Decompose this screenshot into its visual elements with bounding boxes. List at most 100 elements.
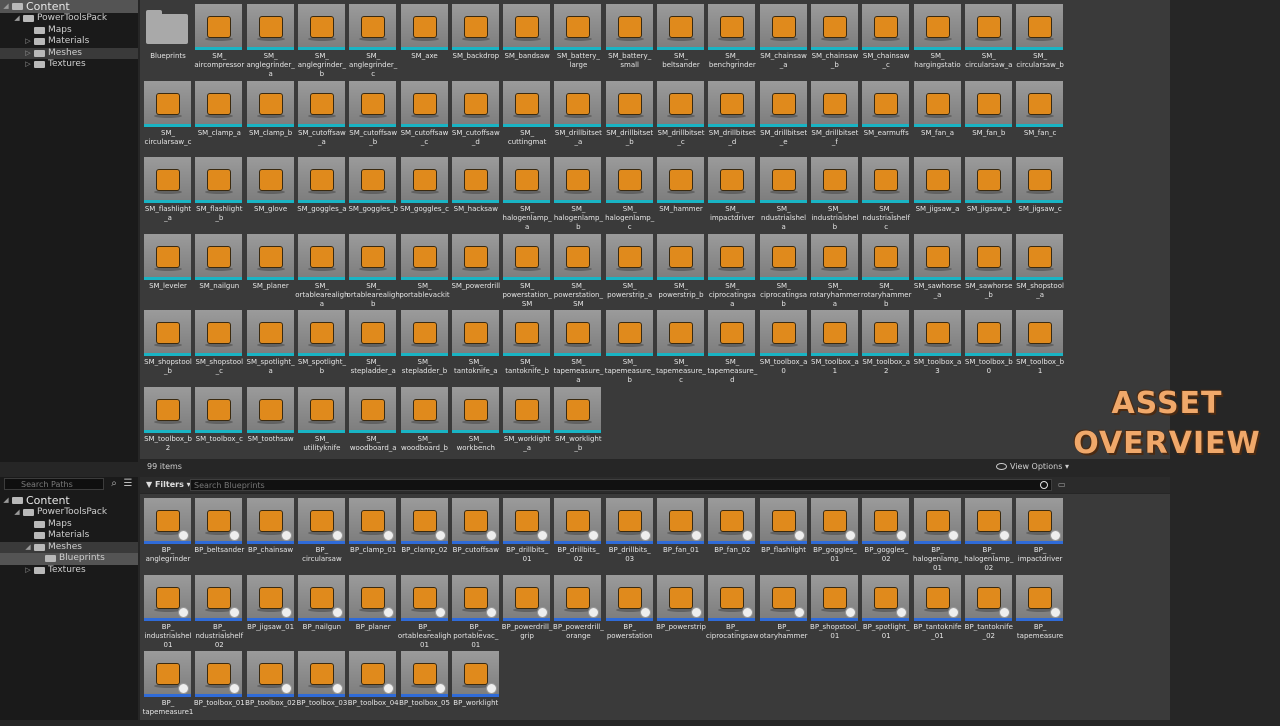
mesh-asset-tile[interactable]: SM_leveler — [144, 230, 195, 305]
blueprint-asset-tile[interactable]: BP_fan_02 — [708, 494, 759, 569]
blueprint-asset-tile[interactable]: BP_nailgun — [297, 571, 349, 646]
expand-arrow-icon[interactable]: ▷ — [24, 59, 32, 71]
mesh-asset-tile[interactable]: SM_ woodboard_a — [349, 383, 400, 458]
mesh-asset-tile[interactable]: SM_ cuttingmat — [503, 77, 554, 152]
tree-item-content[interactable]: ◢ Content — [0, 0, 138, 13]
blueprint-asset-tile[interactable]: BP_ halogenlamp_ 02 — [964, 494, 1016, 572]
blueprint-asset-tile[interactable]: BP_ anglegrinder — [144, 494, 195, 569]
mesh-asset-tile[interactable]: SM_ halogenlamp_ c — [605, 153, 657, 231]
mesh-asset-tile[interactable]: SM_ tantoknife_b — [503, 306, 554, 381]
mesh-asset-tile[interactable]: SM_ ndustrialshelf c — [862, 153, 913, 231]
expand-arrow-icon[interactable]: ◢ — [13, 507, 21, 519]
mesh-asset-tile[interactable]: SM_ anglegrinder_ b — [298, 0, 349, 78]
blueprint-asset-tile[interactable]: BP_drillbits_ 02 — [554, 494, 605, 569]
mesh-asset-tile[interactable]: SM_drillbitset _b — [605, 77, 657, 152]
mesh-asset-tile[interactable]: SM_toolbox_a 0 — [759, 306, 811, 381]
lock-icon[interactable]: ▭ — [1058, 480, 1066, 489]
mesh-asset-tile[interactable]: SM_ impactdriver — [708, 153, 759, 228]
mesh-asset-tile[interactable]: SM_hacksaw — [451, 153, 503, 228]
mesh-asset-tile[interactable]: SM_sawhorse _b — [964, 230, 1016, 305]
mesh-asset-tile[interactable]: SM_clamp_a — [195, 77, 246, 152]
mesh-asset-tile[interactable]: SM_toolbox_b 0 — [964, 306, 1016, 381]
blueprint-asset-tile[interactable]: BP_clamp_02 — [400, 494, 452, 569]
mesh-asset-tile[interactable]: SM_ powerstrip_b — [657, 230, 708, 305]
blueprint-asset-tile[interactable]: BP_ otaryhammer — [759, 571, 811, 646]
mesh-asset-tile[interactable]: SM_chainsaw _a — [759, 0, 811, 75]
mesh-asset-tile[interactable]: SM_drillbitset _c — [657, 77, 708, 152]
mesh-asset-tile[interactable]: SM_goggles_b — [348, 153, 400, 228]
mesh-asset-tile[interactable]: SM_toolbox_c — [195, 383, 246, 458]
mesh-asset-tile[interactable]: SM_ rotaryhammer a — [810, 230, 862, 308]
tree-item-blueprints[interactable]: Blueprints — [0, 553, 138, 565]
mesh-asset-tile[interactable]: SM_nailgun — [195, 230, 246, 305]
mesh-asset-tile[interactable]: SM_ tapemeasure_ d — [707, 306, 759, 384]
mesh-asset-tile[interactable]: SM_ anglegrinder_ a — [246, 0, 298, 78]
mesh-asset-tile[interactable]: SM_chainsaw _b — [810, 0, 862, 75]
mesh-asset-tile[interactable]: SM_drillbitset _a — [554, 77, 605, 152]
mesh-asset-tile[interactable]: SM_shopstool _b — [144, 306, 195, 381]
mesh-asset-tile[interactable]: SM_ anglegrinder_ c — [349, 0, 400, 78]
tree-item-maps[interactable]: Maps — [0, 519, 138, 531]
blueprint-asset-tile[interactable]: BP_jigsaw_01 — [246, 571, 298, 646]
mesh-asset-tile[interactable]: SM_ halogenlamp_ a — [503, 153, 554, 231]
mesh-asset-tile[interactable]: SM_flashlight _b — [195, 153, 246, 228]
mesh-asset-tile[interactable]: SM_ woodboard_b — [400, 383, 452, 458]
mesh-asset-tile[interactable]: SM_ benchgrinder — [708, 0, 759, 75]
search-paths-search-icon[interactable]: ⌕ — [108, 478, 120, 490]
search-paths-input[interactable]: Search Paths — [4, 478, 104, 490]
blueprint-asset-tile[interactable]: BP_ tapemeasure — [1016, 571, 1067, 646]
mesh-asset-tile[interactable]: SM_jigsaw_c — [1016, 153, 1067, 228]
mesh-asset-tile[interactable]: SM_ powerstation_ SM — [502, 230, 554, 308]
mesh-asset-tile[interactable]: SM_axe — [400, 0, 452, 75]
blueprint-asset-tile[interactable]: BP_worklight — [451, 647, 503, 722]
mesh-asset-tile[interactable]: SM_flashlight _a — [144, 153, 195, 228]
mesh-asset-tile[interactable]: SM_ workbench — [451, 383, 503, 458]
blueprint-asset-tile[interactable]: BP_goggles_ 01 — [810, 494, 862, 569]
mesh-asset-tile[interactable]: SM_jigsaw_a — [913, 153, 965, 228]
blueprint-asset-tile[interactable]: BP_ ndustrialshelf 02 — [195, 571, 246, 649]
mesh-asset-tile[interactable]: SM_ ciprocatingsa a — [708, 230, 759, 308]
blueprint-asset-tile[interactable]: BP_tantoknife _02 — [965, 571, 1016, 646]
mesh-asset-tile[interactable]: SM_ halogenlamp_ b — [554, 153, 605, 231]
expand-arrow-icon[interactable]: ◢ — [2, 0, 10, 13]
mesh-asset-tile[interactable]: SM_hammer — [657, 153, 708, 228]
mesh-asset-tile[interactable]: SM_drillbitset _f — [810, 77, 862, 152]
mesh-asset-tile[interactable]: SM_battery_ small — [605, 0, 657, 75]
tree-item-meshes[interactable]: ▷ Meshes — [0, 47, 138, 59]
expand-arrow-icon[interactable]: ◢ — [2, 494, 10, 507]
mesh-asset-tile[interactable]: SM_drillbitset _e — [759, 77, 811, 152]
mesh-asset-tile[interactable]: SM_shopstool _c — [195, 306, 246, 381]
mesh-asset-tile[interactable]: SM_toolbox_a 2 — [862, 306, 913, 381]
mesh-asset-tile[interactable]: SM_goggles_c — [400, 153, 452, 228]
expand-arrow-icon[interactable]: ▷ — [24, 565, 32, 577]
blueprint-asset-tile[interactable]: BP_planer — [349, 571, 400, 646]
blueprint-asset-tile[interactable]: BP_toolbox_04 — [348, 647, 400, 722]
mesh-asset-tile[interactable]: SM_toolbox_b 1 — [1016, 306, 1067, 381]
mesh-asset-tile[interactable]: SM_ tapemeasure_ b — [605, 306, 657, 384]
mesh-asset-tile[interactable]: SM_ tantoknife_a — [451, 306, 503, 381]
mesh-asset-tile[interactable]: SM_ tapemeasure_ a — [553, 306, 605, 384]
blueprint-asset-tile[interactable]: BP_cutoffsaw — [451, 494, 503, 569]
mesh-asset-tile[interactable]: SM_worklight _a — [503, 383, 554, 458]
mesh-asset-tile[interactable]: SM_ portablevackit — [399, 230, 452, 305]
mesh-asset-tile[interactable]: SM_ industrialshel b — [810, 153, 862, 231]
mesh-asset-tile[interactable]: SM_drillbitset _d — [708, 77, 759, 152]
mesh-asset-tile[interactable]: SM_goggles_a — [297, 153, 349, 228]
mesh-asset-tile[interactable]: SM_shopstool _a — [1016, 230, 1067, 305]
blueprint-asset-tile[interactable]: BP_toolbox_02 — [245, 647, 298, 722]
tree-item-content[interactable]: ◢ Content — [0, 494, 138, 507]
blueprint-asset-tile[interactable]: BP_ industrialshel 01 — [144, 571, 195, 649]
blueprint-asset-tile[interactable]: BP_powerdrill_ orange — [553, 571, 605, 646]
mesh-asset-tile[interactable]: SM_spotlight_ a — [247, 306, 298, 381]
blueprint-asset-tile[interactable]: BP_ halogenlamp_ 01 — [913, 494, 965, 572]
mesh-asset-tile[interactable]: SM_planer — [246, 230, 298, 305]
view-options-button[interactable]: View Options ▾ — [996, 462, 1069, 471]
blueprint-asset-tile[interactable]: BP_clamp_01 — [349, 494, 400, 569]
tree-item-materials[interactable]: Materials — [0, 530, 138, 542]
mesh-asset-tile[interactable]: SM_toothsaw — [246, 383, 298, 458]
mesh-asset-tile[interactable]: SM_ rotaryhammer b — [861, 230, 913, 308]
tree-item-maps[interactable]: Maps — [0, 25, 138, 37]
blueprint-asset-tile[interactable]: BP_beltsander — [194, 494, 246, 569]
mesh-asset-tile[interactable]: SM_ ndustrialshel a — [759, 153, 811, 231]
mesh-asset-tile[interactable]: SM_ circularsaw_a — [964, 0, 1016, 75]
